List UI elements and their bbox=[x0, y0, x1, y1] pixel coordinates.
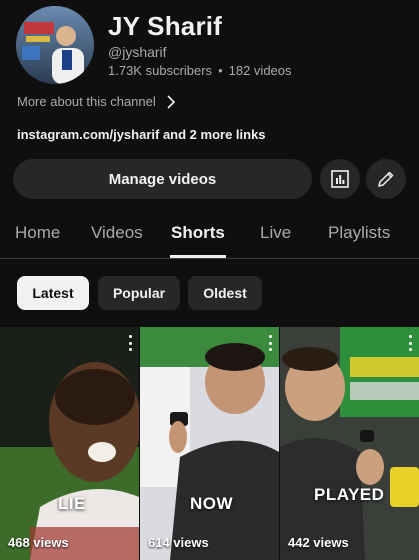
more-options-icon[interactable] bbox=[269, 335, 273, 351]
channel-links[interactable]: instagram.com/jysharif and 2 more links bbox=[17, 127, 266, 142]
channel-tabs: Home Videos Shorts Live Playlists bbox=[0, 212, 419, 259]
more-about-label: More about this channel bbox=[17, 94, 156, 109]
active-tab-indicator bbox=[170, 255, 226, 258]
separator-dot: • bbox=[218, 63, 223, 78]
short-image bbox=[140, 327, 279, 560]
channel-avatar[interactable] bbox=[16, 6, 94, 84]
channel-header: JY Sharif @jysharif 1.73K subscribers • 18… bbox=[0, 0, 419, 90]
tab-videos[interactable]: Videos bbox=[91, 223, 143, 243]
more-about-channel-link[interactable]: More about this channel bbox=[17, 94, 176, 109]
subscriber-count: 1.73K subscribers bbox=[108, 63, 213, 78]
short-thumbnail[interactable]: LIE 468 views bbox=[0, 327, 139, 560]
short-view-count: 614 views bbox=[148, 535, 209, 550]
short-overlay-text: NOW bbox=[190, 494, 234, 513]
short-view-count: 442 views bbox=[288, 535, 349, 550]
pencil-icon bbox=[378, 171, 394, 187]
short-overlay-text: PLAYED bbox=[314, 485, 385, 504]
channel-name: JY Sharif bbox=[108, 11, 223, 41]
tab-live[interactable]: Live bbox=[260, 223, 291, 243]
filter-latest-chip[interactable]: Latest bbox=[17, 276, 89, 310]
manage-videos-button[interactable]: Manage videos bbox=[13, 159, 312, 199]
short-thumbnail[interactable]: PLAYED 442 views bbox=[280, 327, 419, 560]
tab-home[interactable]: Home bbox=[15, 223, 60, 243]
short-view-count: 468 views bbox=[8, 535, 69, 550]
video-count: 182 videos bbox=[228, 63, 292, 78]
short-thumbnail[interactable]: NOW 614 views bbox=[140, 327, 279, 560]
analytics-icon bbox=[331, 170, 349, 188]
analytics-button[interactable] bbox=[320, 159, 360, 199]
channel-handle: @jysharif bbox=[108, 44, 167, 60]
avatar-image bbox=[16, 6, 94, 84]
tab-playlists[interactable]: Playlists bbox=[328, 223, 390, 243]
short-image bbox=[280, 327, 419, 560]
channel-stats: 1.73K subscribers • 182 videos bbox=[108, 63, 292, 78]
tab-shorts[interactable]: Shorts bbox=[171, 223, 225, 243]
edit-channel-button[interactable] bbox=[366, 159, 406, 199]
short-image bbox=[0, 327, 139, 560]
chevron-right-icon bbox=[167, 94, 175, 109]
short-overlay-text: LIE bbox=[58, 494, 86, 513]
filter-oldest-chip[interactable]: Oldest bbox=[188, 276, 262, 310]
filter-popular-chip[interactable]: Popular bbox=[98, 276, 180, 310]
more-options-icon[interactable] bbox=[409, 335, 413, 351]
more-options-icon[interactable] bbox=[129, 335, 133, 351]
shorts-grid: LIE 468 views NOW 614 views PLAYED 442 v… bbox=[0, 327, 419, 560]
